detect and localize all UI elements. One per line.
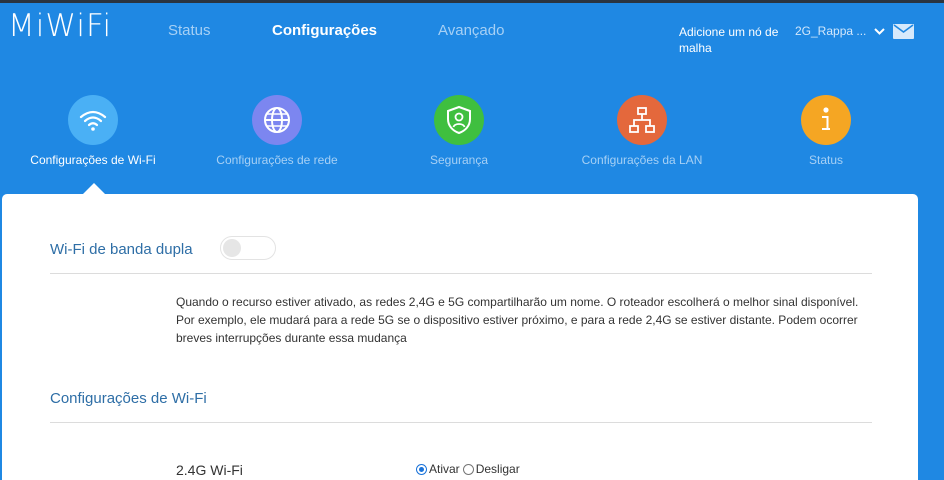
dual-band-description: Quando o recurso estiver ativado, as red…	[176, 295, 859, 345]
settings-card: Wi-Fi de banda dupla Quando o recurso es…	[2, 194, 918, 480]
wifi-icon	[68, 95, 118, 145]
network-name: 2G_Rappa ...	[795, 24, 867, 38]
category-label: Configurações de rede	[216, 153, 338, 167]
disable-radio[interactable]	[462, 463, 474, 475]
shield-user-icon	[434, 95, 484, 145]
miwifi-logo: MiWiFi	[8, 8, 113, 44]
category-lan-settings[interactable]: Configurações da LAN	[557, 95, 727, 167]
toggle-knob	[223, 239, 241, 257]
dual-band-toggle[interactable]	[220, 236, 276, 260]
category-security[interactable]: Segurança	[374, 95, 544, 167]
category-label: Segurança	[429, 153, 489, 167]
network-selector[interactable]: 2G_Rappa ...	[795, 24, 886, 38]
enable-radio-label[interactable]: Ativar	[429, 462, 460, 476]
add-mesh-node-link[interactable]: Adicione um nó de malha	[679, 24, 789, 56]
category-wifi-settings[interactable]: Configurações de Wi-Fi	[8, 95, 178, 167]
lan-topology-icon	[617, 95, 667, 145]
disable-radio-label[interactable]: Desligar	[476, 462, 520, 476]
divider	[50, 422, 872, 423]
band-24g-radio-group: Ativar Desligar	[416, 462, 523, 476]
category-label: Configurações da LAN	[581, 153, 703, 167]
divider	[50, 273, 872, 274]
active-category-pointer	[83, 183, 105, 194]
band-24g-label: 2.4G Wi-Fi	[176, 462, 243, 478]
nav-configuracoes[interactable]: Configurações	[272, 22, 377, 39]
category-network-settings[interactable]: Configurações de rede	[192, 95, 362, 167]
mail-icon[interactable]	[893, 24, 914, 39]
dual-band-title: Wi-Fi de banda dupla	[50, 241, 193, 258]
nav-avancado[interactable]: Avançado	[438, 22, 504, 39]
window-top-border	[0, 0, 944, 3]
enable-radio[interactable]	[416, 463, 427, 475]
category-status[interactable]: Status	[741, 95, 911, 167]
chevron-down-icon	[874, 24, 886, 38]
category-label: Status	[808, 153, 844, 167]
info-icon	[801, 95, 851, 145]
globe-icon	[252, 95, 302, 145]
wifi-settings-title: Configurações de Wi-Fi	[50, 390, 207, 407]
category-label: Configurações de Wi-Fi	[30, 153, 156, 167]
nav-status[interactable]: Status	[168, 22, 211, 39]
